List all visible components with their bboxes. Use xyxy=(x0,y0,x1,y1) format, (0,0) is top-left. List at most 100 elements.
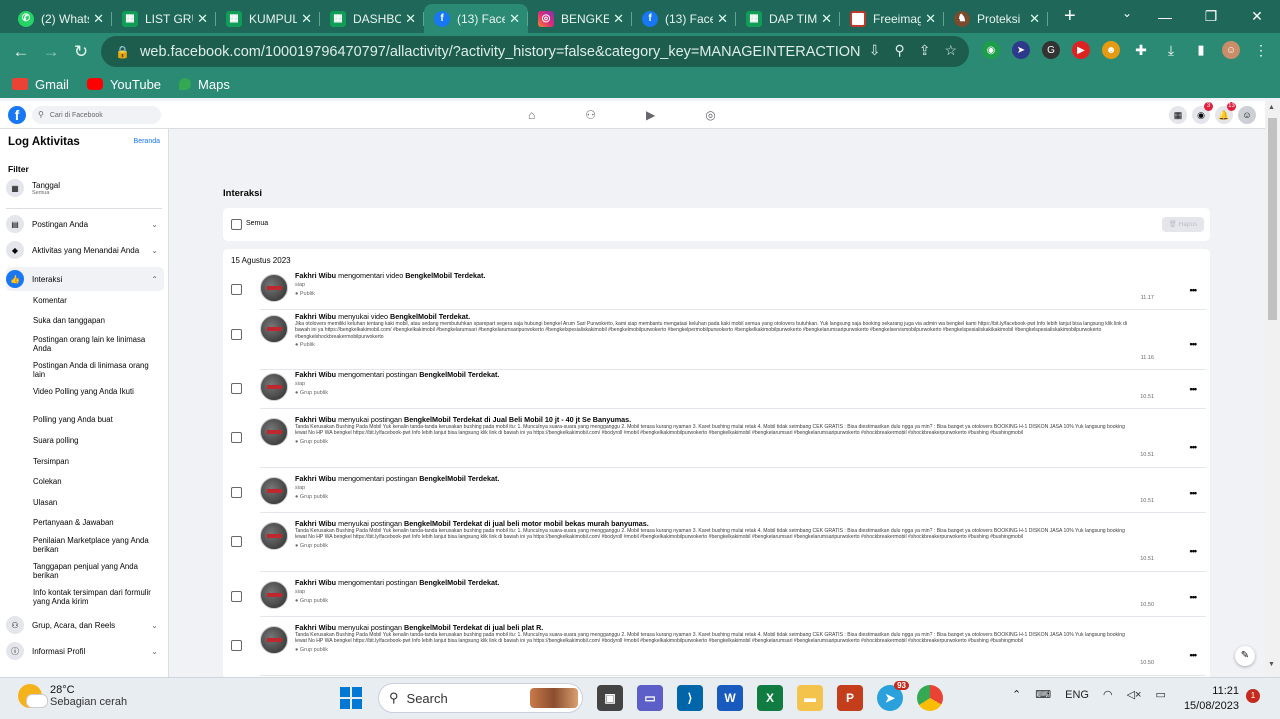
browser-tab[interactable]: Freeimage✕ xyxy=(840,4,944,33)
task-view-icon[interactable]: ▣ xyxy=(597,685,623,711)
browser-tab[interactable]: ✆ (2) WhatsApp ✕ xyxy=(8,4,112,33)
honey-extension-icon[interactable]: ☻ xyxy=(1102,41,1120,59)
wifi-icon[interactable]: ◠ xyxy=(1103,688,1113,701)
row-checkbox[interactable] xyxy=(231,383,242,394)
sidebar-subitem[interactable]: Ulasan xyxy=(33,498,153,507)
edit-icon[interactable]: ✎ xyxy=(1235,646,1255,666)
close-tab-icon[interactable]: ✕ xyxy=(93,11,104,27)
target-page[interactable]: BengkelMobil Terdekat xyxy=(404,519,482,528)
home-icon[interactable]: ⌂ xyxy=(528,108,535,122)
restore-icon[interactable]: ❐ xyxy=(1188,8,1234,25)
target-page[interactable]: BengkelMobil Terdekat. xyxy=(390,312,470,321)
browser-tab[interactable]: ▦ LIST GRUP ✕ xyxy=(112,4,216,33)
keyboard-icon[interactable]: ⌨ xyxy=(1035,688,1051,701)
bookmark-youtube[interactable]: YouTube xyxy=(86,77,161,92)
avatar[interactable] xyxy=(260,581,288,609)
bookmark-maps[interactable]: Maps xyxy=(179,77,230,92)
actor-name[interactable]: Fakhri Wibu xyxy=(295,519,336,528)
browser-tab[interactable]: ♞ Proteksi ✕ xyxy=(944,4,1048,33)
menu-grid-icon[interactable]: ▦ xyxy=(1169,106,1187,124)
sidebar-section-postingan[interactable]: ▤ Postingan Anda ⌄ xyxy=(6,215,164,233)
select-all-checkbox[interactable] xyxy=(231,219,242,230)
target-group[interactable]: di jual beli motor mobil bekas murah ban… xyxy=(484,519,649,528)
sidebar-subitem[interactable]: Suara polling xyxy=(33,436,153,445)
more-options-icon[interactable]: ••• xyxy=(1190,488,1198,498)
teams-chat-icon[interactable]: ▭ xyxy=(637,685,663,711)
sidebar-section-interaksi[interactable]: 👍 Interaksi ⌃ xyxy=(6,267,164,291)
facebook-logo-icon[interactable]: f xyxy=(8,106,26,124)
video-extension-icon[interactable]: ▶ xyxy=(1072,41,1090,59)
avatar[interactable] xyxy=(260,274,288,302)
scroll-up-icon[interactable]: ▲ xyxy=(1268,104,1275,111)
profile-avatar[interactable]: ☺ xyxy=(1222,41,1240,59)
target-page[interactable]: BengkelMobil Terdekat. xyxy=(419,578,499,587)
avatar[interactable] xyxy=(260,477,288,505)
actor-name[interactable]: Fakhri Wibu xyxy=(295,474,336,483)
avatar[interactable] xyxy=(260,315,288,343)
delete-button[interactable]: 🗑 Hapus xyxy=(1162,217,1204,232)
more-options-icon[interactable]: ••• xyxy=(1190,650,1198,660)
row-checkbox[interactable] xyxy=(231,432,242,443)
friends-icon[interactable]: ⚇ xyxy=(585,108,596,122)
zoom-icon[interactable]: ⚲ xyxy=(894,42,904,59)
close-tab-icon[interactable]: ✕ xyxy=(821,11,832,27)
close-tab-icon[interactable]: ✕ xyxy=(717,11,728,27)
actor-name[interactable]: Fakhri Wibu xyxy=(295,271,336,280)
browser-tab[interactable]: ▦ DAP TIM ✕ xyxy=(736,4,840,33)
target-page[interactable]: BengkelMobil Terdekat. xyxy=(419,370,499,379)
browser-tab[interactable]: ▦ DASHBOARD✕ xyxy=(320,4,424,33)
powerpoint-icon[interactable]: P xyxy=(837,685,863,711)
more-options-icon[interactable]: ••• xyxy=(1190,592,1198,602)
sidebar-subitem[interactable]: Tanggapan penjual yang Anda berikan xyxy=(33,562,153,580)
close-tab-icon[interactable]: ✕ xyxy=(197,11,208,27)
browser-tab[interactable]: f (13) Facebook✕ xyxy=(632,4,736,33)
target-group[interactable]: di jual beli plat R. xyxy=(484,623,543,632)
account-avatar[interactable]: ☺ xyxy=(1238,106,1256,124)
browser-tab[interactable]: ◎ BENGKEL✕ xyxy=(528,4,632,33)
watch-icon[interactable]: ▶ xyxy=(646,108,655,122)
more-options-icon[interactable]: ••• xyxy=(1190,442,1198,452)
volume-muted-icon[interactable]: ◁× xyxy=(1127,688,1142,701)
more-options-icon[interactable]: ••• xyxy=(1190,285,1198,295)
date-filter[interactable]: ▦ Tanggal Semua xyxy=(6,179,164,197)
row-checkbox[interactable] xyxy=(231,284,242,295)
row-checkbox[interactable] xyxy=(231,640,242,651)
target-page[interactable]: BengkelMobil Terdekat xyxy=(404,415,482,424)
eye-extension-icon[interactable]: ◉ xyxy=(982,41,1000,59)
scroll-down-icon[interactable]: ▼ xyxy=(1268,661,1275,668)
browser-tab[interactable]: f (13) Facebook✕ xyxy=(424,4,528,33)
weather-widget[interactable]: 28°C Sebagian cerah xyxy=(18,684,127,708)
excel-icon[interactable]: X xyxy=(757,685,783,711)
forward-icon[interactable]: → xyxy=(36,42,66,62)
sidebar-subitem[interactable]: Pertanyaan & Jawaban xyxy=(33,518,153,527)
sidebar-subitem[interactable]: Komentar xyxy=(33,296,153,305)
sidebar-subitem[interactable]: Colekan xyxy=(33,477,153,486)
notifications-bell-icon[interactable]: 🔔 13 xyxy=(1215,102,1236,124)
address-bar[interactable]: 🔒 web.facebook.com/100019796470797/allac… xyxy=(101,36,969,67)
install-app-icon[interactable]: ⇩ xyxy=(869,42,881,59)
minimize-icon[interactable]: — xyxy=(1142,9,1188,25)
more-options-icon[interactable]: ••• xyxy=(1190,384,1198,394)
sidebar-section-profile[interactable]: ⓘ Informasi Profil ⌄ xyxy=(6,642,164,660)
row-checkbox[interactable] xyxy=(231,591,242,602)
target-group[interactable]: di Jual Beli Mobil 10 jt - 40 jt Se Bany… xyxy=(484,415,631,424)
close-tab-icon[interactable]: ✕ xyxy=(925,11,936,27)
target-page[interactable]: BengkelMobil Terdekat. xyxy=(405,271,485,280)
close-tab-icon[interactable]: ✕ xyxy=(509,11,520,27)
bookmark-star-icon[interactable]: ☆ xyxy=(944,42,957,59)
sidebar-subitem[interactable]: Info kontak tersimpan dari formulir yang… xyxy=(33,588,153,606)
sidebar-subitem[interactable]: Penilaian Marketplace yang Anda berikan xyxy=(33,536,153,554)
telegram-icon[interactable]: ➤ 93 xyxy=(877,681,909,711)
file-explorer-icon[interactable]: ▬ xyxy=(797,685,823,711)
facebook-search-input[interactable]: ⚲ Cari di Facebook xyxy=(32,106,161,124)
more-options-icon[interactable]: ••• xyxy=(1190,546,1198,556)
avatar[interactable] xyxy=(260,626,288,654)
menu-kebab-icon[interactable]: ⋮ xyxy=(1252,41,1270,59)
windows-start-icon[interactable] xyxy=(338,685,364,711)
messenger-icon[interactable]: ◉ 3 xyxy=(1192,102,1213,124)
cursor-extension-icon[interactable]: ➤ xyxy=(1012,41,1030,59)
lock-icon[interactable]: 🔒 xyxy=(115,45,130,59)
avatar[interactable] xyxy=(260,418,288,446)
row-checkbox[interactable] xyxy=(231,329,242,340)
download-icon[interactable]: ⤓ xyxy=(1162,41,1180,59)
